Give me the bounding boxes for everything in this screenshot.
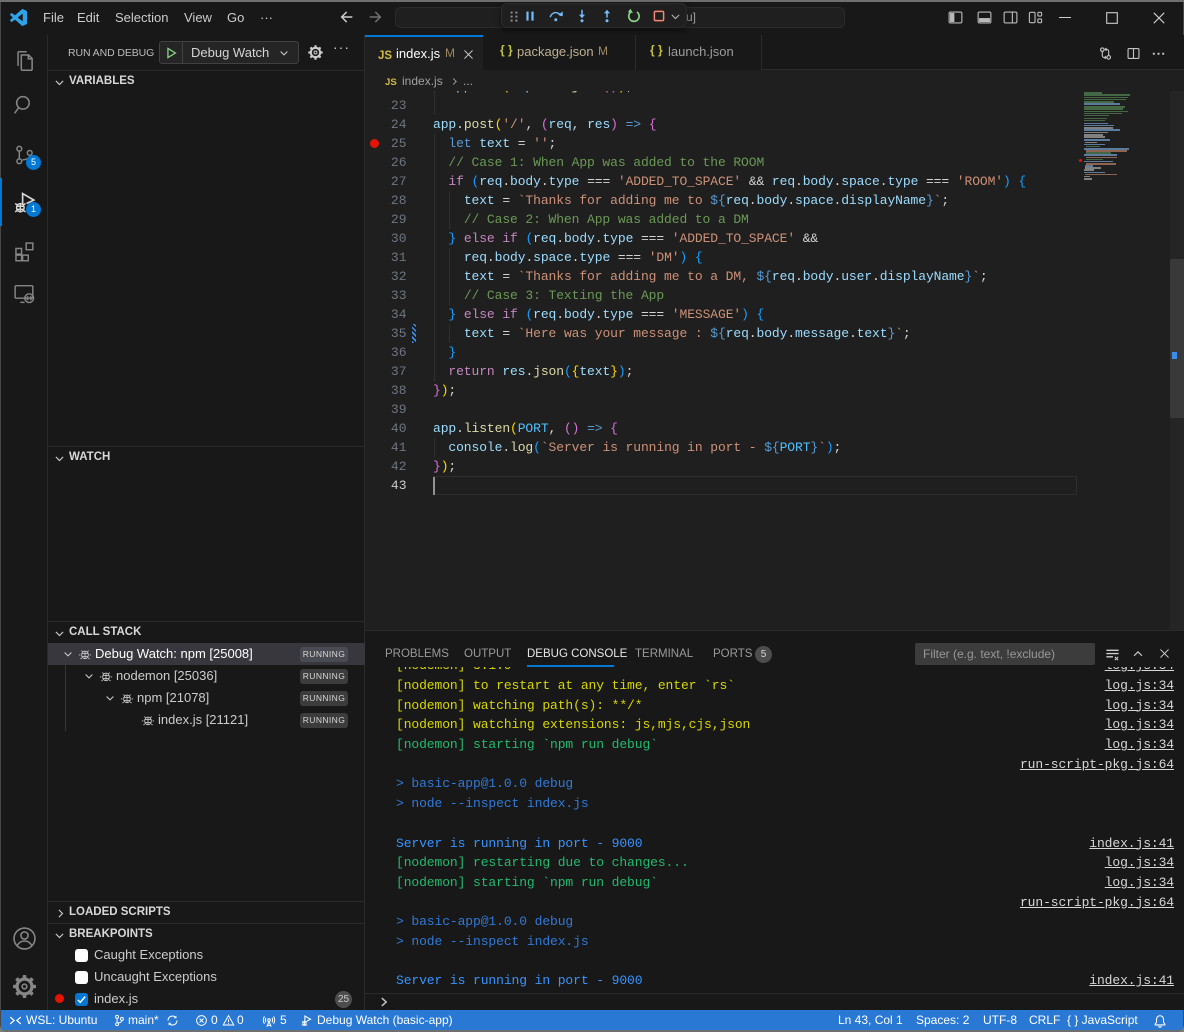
svg-text:JS: JS: [385, 76, 397, 87]
svg-text:JS: JS: [378, 50, 392, 62]
